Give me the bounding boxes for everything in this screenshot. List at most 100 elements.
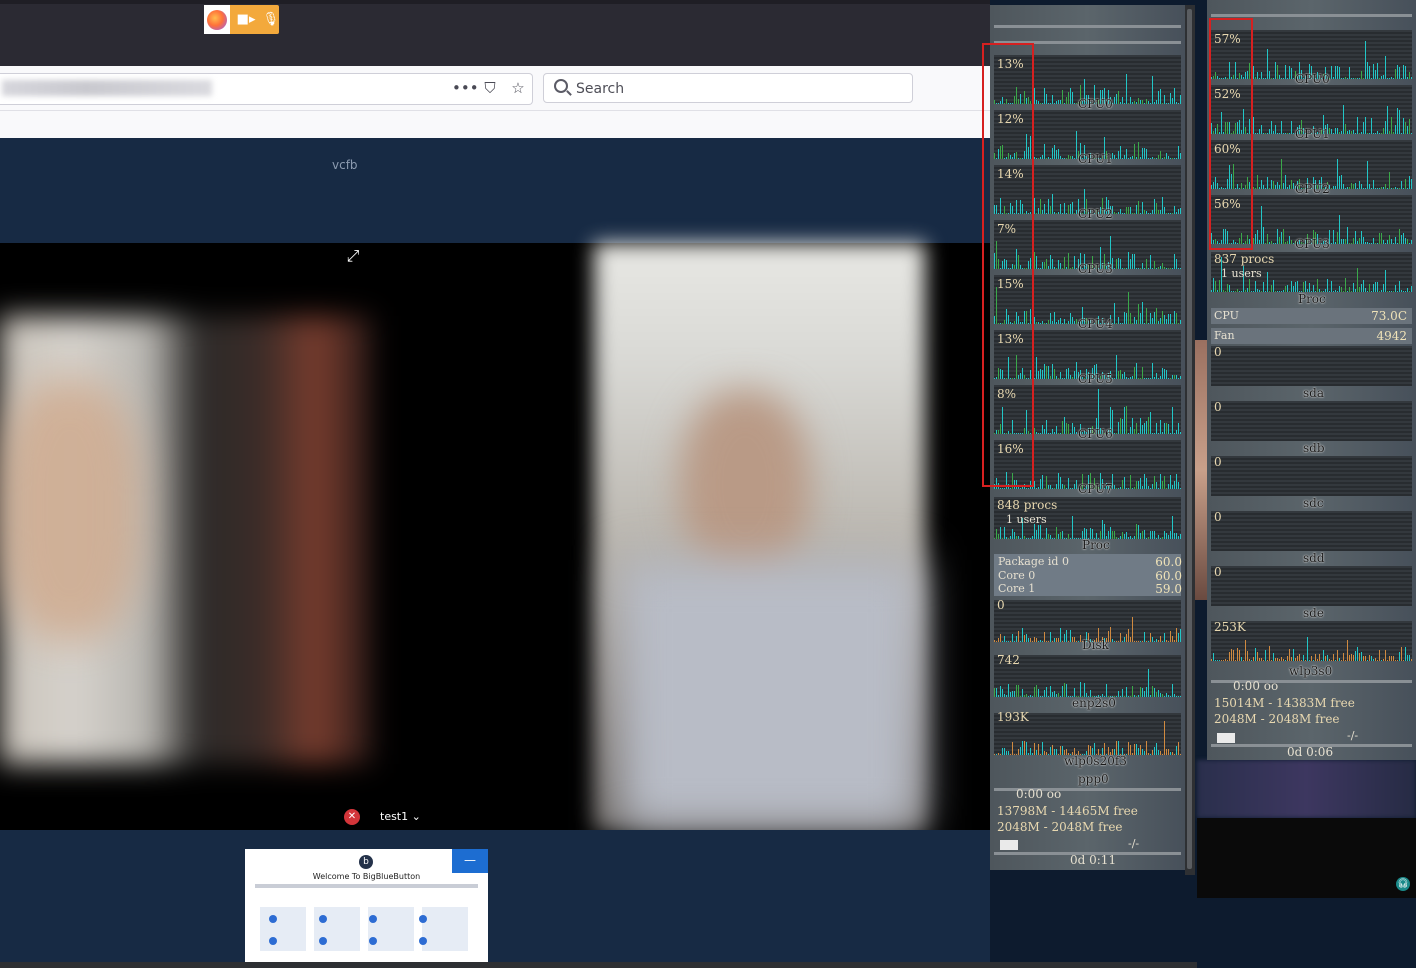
activity-sample	[1166, 268, 1167, 269]
search-icon	[554, 79, 568, 93]
activity-sample	[1142, 531, 1143, 539]
cpu-label: CPU6	[1078, 427, 1113, 441]
activity-sample	[1313, 285, 1314, 292]
activity-sample	[1353, 655, 1354, 661]
activity-sample	[1335, 66, 1336, 79]
activity-sample	[1341, 287, 1342, 292]
activity-sample	[1399, 229, 1400, 244]
activity-sample	[1279, 75, 1280, 79]
activity-sample	[1403, 188, 1404, 189]
activity-sample	[1401, 290, 1402, 292]
activity-sample	[1351, 243, 1352, 244]
activity-sample	[1160, 751, 1161, 755]
browser-tabstrip	[0, 0, 990, 66]
user-name-dropdown[interactable]: test1 ⌄	[380, 810, 421, 823]
activity-sample	[1395, 187, 1396, 189]
activity-sample	[1134, 695, 1135, 697]
activity-sample	[1070, 630, 1071, 642]
activity-sample	[1062, 213, 1063, 214]
search-input[interactable]	[574, 78, 898, 100]
activity-sample	[1028, 488, 1029, 489]
activity-sample	[1134, 536, 1135, 539]
activity-sample	[1062, 484, 1063, 489]
activity-sample	[1160, 210, 1161, 214]
activity-sample	[1056, 426, 1057, 434]
activity-sample	[1407, 188, 1408, 189]
activity-sample	[1158, 91, 1159, 104]
activity-sample	[1333, 77, 1334, 79]
swap-usage: 2048M - 2048M free	[997, 820, 1123, 834]
activity-sample	[1010, 488, 1011, 489]
activity-sample	[1010, 536, 1011, 539]
activity-sample	[1144, 751, 1145, 755]
star-icon[interactable]: ☆	[508, 78, 528, 98]
activity-sample	[1333, 186, 1334, 189]
activity-sample	[1076, 210, 1077, 214]
activity-sample	[1136, 363, 1137, 379]
activity-sample	[1114, 641, 1115, 642]
activity-sample	[1305, 660, 1306, 661]
pocket-icon[interactable]: ⛉	[480, 78, 500, 98]
divider	[1211, 14, 1412, 17]
activity-sample	[1172, 485, 1173, 489]
activity-sample	[1178, 146, 1179, 159]
activity-sample	[1026, 634, 1027, 642]
sensor-value: 60.0	[1155, 555, 1182, 569]
search-field[interactable]	[543, 73, 913, 103]
sharing-indicator[interactable]: ■▸ 🎙︎	[204, 5, 279, 34]
activity-sample	[1164, 721, 1165, 755]
activity-sample	[1010, 692, 1011, 697]
activity-sample	[1379, 233, 1380, 244]
page-top-gap	[0, 111, 990, 138]
disk-graph	[1211, 401, 1412, 441]
activity-sample	[1359, 287, 1360, 292]
disk-value: 0	[1214, 565, 1222, 579]
activity-sample	[1038, 371, 1039, 379]
activity-sample	[1180, 208, 1181, 214]
activity-sample	[1297, 656, 1298, 661]
activity-sample	[1259, 658, 1260, 661]
scrollbar-thumb[interactable]	[1187, 9, 1192, 869]
activity-sample	[1229, 285, 1230, 292]
activity-sample	[1156, 423, 1157, 434]
activity-sample	[1050, 485, 1051, 489]
activity-sample	[1174, 311, 1175, 324]
video-feed-center-face	[680, 390, 810, 580]
fullscreen-icon[interactable]: ⤢	[344, 247, 362, 265]
welcome-presentation-thumbnail[interactable]: — b Welcome To BigBlueButton	[245, 849, 488, 965]
activity-sample	[1134, 744, 1135, 755]
activity-sample	[1066, 97, 1067, 104]
activity-sample	[1022, 689, 1023, 697]
activity-sample	[1006, 537, 1007, 539]
activity-sample	[1279, 133, 1280, 134]
activity-sample	[1142, 367, 1143, 379]
activity-sample	[1068, 321, 1069, 324]
activity-sample	[1178, 423, 1179, 434]
activity-sample	[1080, 538, 1081, 539]
activity-sample	[1160, 318, 1161, 324]
activity-sample	[1265, 133, 1266, 134]
activity-sample	[1267, 49, 1268, 79]
activity-sample	[1170, 378, 1171, 379]
bottom-scrollbar[interactable]	[0, 962, 1197, 968]
minimize-presentation-button[interactable]: —	[452, 849, 488, 873]
activity-sample	[1277, 229, 1278, 244]
vertical-scrollbar[interactable]	[1185, 5, 1195, 875]
activity-sample	[1042, 742, 1043, 755]
activity-sample	[1333, 230, 1334, 244]
headset-icon[interactable]: 🎧︎	[1396, 877, 1410, 891]
activity-sample	[1172, 213, 1173, 214]
activity-sample	[1401, 235, 1402, 244]
activity-sample	[1265, 243, 1266, 244]
activity-sample	[1168, 156, 1169, 159]
more-horizontal-icon[interactable]: •••	[452, 78, 479, 98]
activity-sample	[1016, 754, 1017, 755]
activity-sample	[1168, 378, 1169, 379]
activity-sample	[1259, 240, 1260, 244]
activity-sample	[1166, 640, 1167, 642]
activity-sample	[1164, 476, 1165, 489]
activity-sample	[1078, 641, 1079, 642]
activity-sample	[1164, 423, 1165, 434]
activity-sample	[1409, 291, 1410, 292]
activity-sample	[1395, 237, 1396, 244]
